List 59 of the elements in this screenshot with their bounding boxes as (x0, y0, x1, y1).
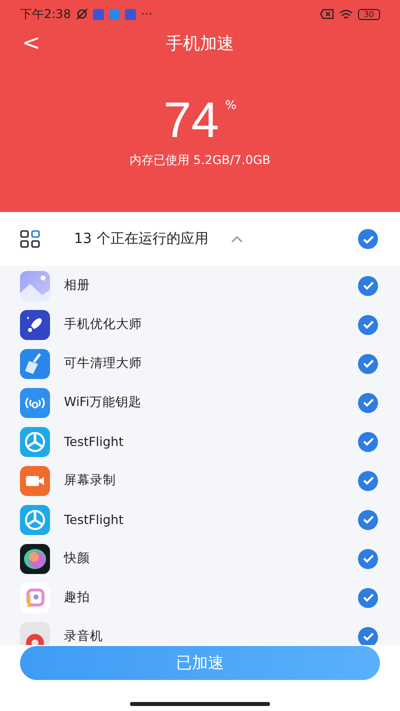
app-checkbox[interactable] (358, 548, 378, 568)
checkmark-icon (362, 320, 374, 329)
recorder-icon (20, 622, 50, 645)
sim-icon (320, 9, 334, 19)
propeller-icon (20, 426, 50, 456)
app-name: WiFi万能钥匙 (64, 394, 142, 411)
running-apps-title: 13 个正在运行的应用 (74, 230, 208, 248)
checkmark-icon (362, 632, 374, 641)
app-checkbox[interactable] (358, 470, 378, 490)
app-checkbox[interactable] (358, 432, 378, 452)
app-name: 屏幕录制 (64, 472, 117, 489)
select-all-checkbox[interactable] (358, 229, 378, 249)
status-time: 下午2:38 (20, 6, 71, 22)
battery-indicator: 30 (358, 8, 380, 20)
usage-percent: 74 (163, 94, 220, 146)
broom-icon (20, 348, 50, 378)
app-checkbox[interactable] (358, 354, 378, 374)
app-name: 相册 (64, 277, 91, 294)
checkmark-icon (362, 437, 374, 446)
rocket-icon (20, 310, 50, 340)
app-checkbox[interactable] (358, 314, 378, 334)
more-indicator: ··· (140, 7, 152, 21)
wifi-signal-icon (338, 8, 353, 20)
checkmark-icon (362, 281, 374, 290)
video-camera-icon (20, 466, 50, 496)
app-name: 手机优化大师 (64, 316, 143, 333)
app-checkbox[interactable] (358, 276, 378, 296)
checkmark-icon (362, 515, 374, 524)
app-name: TestFlight (64, 512, 125, 527)
gallery-icon (20, 270, 50, 300)
checkmark-icon (362, 476, 374, 485)
boost-button[interactable]: 已加速 (20, 646, 380, 680)
grid-icon (20, 230, 40, 248)
page-title: 手机加速 (166, 32, 234, 54)
app-checkbox[interactable] (358, 626, 378, 645)
app-checkbox[interactable] (358, 588, 378, 608)
app-name: 快颜 (64, 550, 91, 567)
app-name: 可牛清理大师 (64, 355, 143, 372)
checkmark-icon (362, 234, 374, 244)
orb-icon (20, 544, 50, 574)
checkmark-icon (362, 359, 374, 368)
back-button[interactable]: < (18, 30, 44, 56)
checkmark-icon (362, 593, 374, 602)
checkmark-icon (362, 398, 374, 407)
app-checkbox[interactable] (358, 510, 378, 530)
notification-icon (108, 8, 120, 20)
app-name: TestFlight (64, 434, 125, 449)
app-checkbox[interactable] (358, 392, 378, 412)
memory-usage-caption: 内存已使用 5.2GB/7.0GB (128, 152, 272, 169)
app-name: 录音机 (64, 628, 104, 645)
notification-icon (92, 8, 104, 20)
percent-unit: % (225, 98, 237, 112)
checkmark-icon (362, 554, 374, 563)
alarm-off-icon (76, 8, 88, 20)
camera-icon (20, 582, 50, 612)
notification-icon (124, 8, 136, 20)
app-name: 趣拍 (64, 589, 91, 606)
propeller-icon (20, 504, 50, 534)
wifi-icon (20, 388, 50, 418)
